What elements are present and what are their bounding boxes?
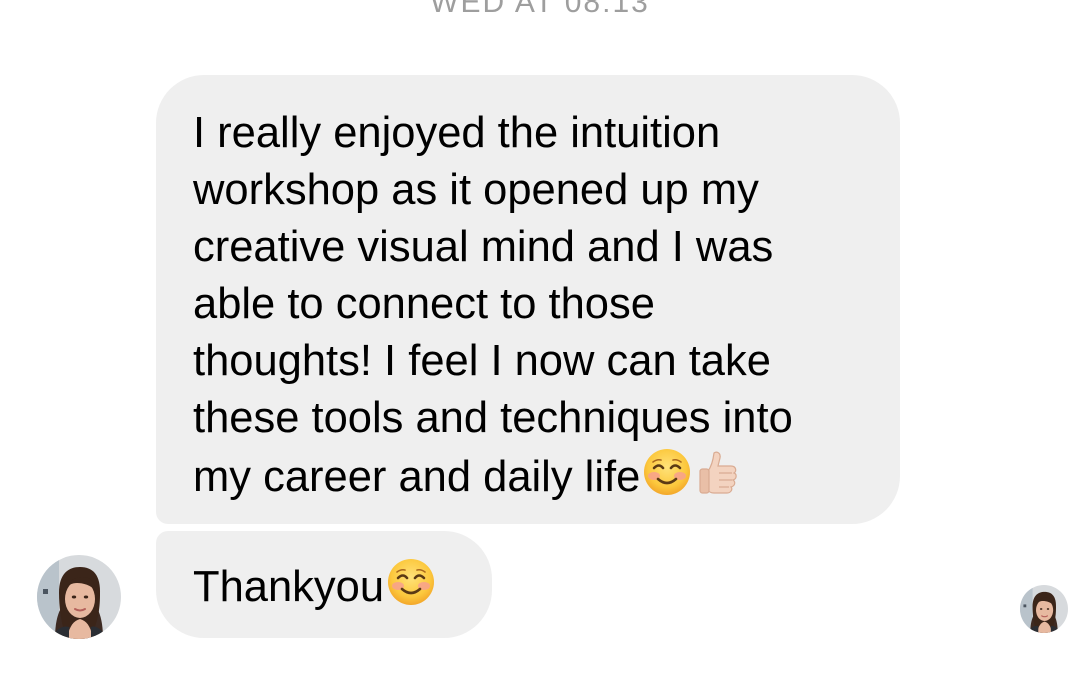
smiling-face-icon	[386, 557, 436, 607]
message-bubble[interactable]: I really enjoyed the intuition workshop …	[156, 75, 900, 524]
read-receipt-avatar	[1020, 585, 1068, 633]
message-text-line: workshop as it opened up my	[193, 166, 759, 214]
message-thread: WED AT 08:13 I really enjoyed the intuit…	[0, 0, 1080, 700]
thumbs-up-icon	[694, 447, 744, 497]
message-text-line: creative visual mind and I was	[193, 223, 774, 271]
smiling-face-icon	[642, 447, 692, 497]
message-text-line-last: my career and daily life	[193, 447, 864, 506]
message-text-line: these tools and techniques into	[193, 394, 793, 442]
message-text-line: I really enjoyed the intuition	[193, 109, 721, 157]
message-text-line: thoughts! I feel I now can take	[193, 337, 771, 385]
message-text-line: able to connect to those	[193, 280, 655, 328]
message-bubble[interactable]: Thankyou	[156, 531, 492, 638]
message-timestamp: WED AT 08:13	[430, 0, 650, 19]
message-text: my career and daily life	[193, 453, 641, 501]
sender-avatar[interactable]	[37, 555, 121, 639]
message-text: Thankyou	[193, 563, 385, 611]
